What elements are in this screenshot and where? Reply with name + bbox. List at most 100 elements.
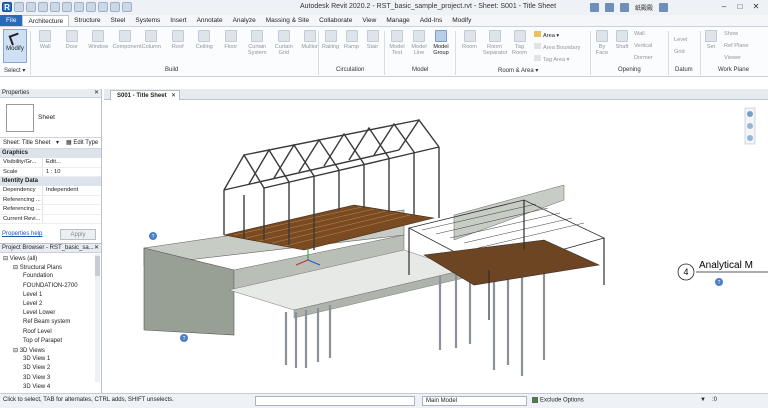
tab-insert[interactable]: Insert: [165, 15, 191, 26]
properties-help-link[interactable]: Properties help: [2, 231, 42, 237]
revit-logo[interactable]: R: [2, 2, 12, 12]
tree-node[interactable]: Level 1: [23, 292, 42, 298]
tab-structure[interactable]: Structure: [69, 15, 105, 26]
open-icon[interactable]: [14, 2, 24, 12]
tree-node[interactable]: Level Lower: [23, 310, 55, 316]
tree-node[interactable]: ⊟ Structural Plans: [13, 264, 62, 271]
user-name[interactable]: 纸殿殿: [635, 3, 653, 12]
minimize-icon[interactable]: –: [718, 2, 730, 12]
build-ceiling-button[interactable]: Ceiling: [192, 30, 217, 50]
maximize-icon[interactable]: □: [734, 2, 746, 12]
opening-shaft-button[interactable]: Shaft: [613, 30, 631, 50]
collapse-icon[interactable]: ⊟: [13, 265, 20, 271]
property-row[interactable]: Visibility/Gr... Edit...: [0, 158, 101, 168]
circulation-stair-button[interactable]: Stair: [363, 30, 382, 50]
tree-node[interactable]: ⊟ 3D Views: [13, 347, 45, 354]
text-icon[interactable]: [98, 2, 108, 12]
tree-node[interactable]: 3D View 4: [23, 384, 50, 390]
user-icon[interactable]: [620, 3, 629, 12]
view-tab[interactable]: S001 - Title Sheet ✕: [110, 90, 180, 100]
property-row[interactable]: Referencing ...: [0, 205, 101, 215]
undo-icon[interactable]: [50, 2, 60, 12]
property-group-header[interactable]: Identity Data: [0, 177, 101, 186]
tab-file[interactable]: File: [0, 15, 23, 26]
area-dropdown[interactable]: Area ▾: [534, 31, 559, 39]
tab-modify[interactable]: Modify: [447, 15, 476, 26]
grid-button[interactable]: Grid: [674, 49, 685, 55]
collapse-icon[interactable]: ⊟: [3, 256, 10, 262]
3d-view-icon[interactable]: [110, 2, 120, 12]
tree-node[interactable]: 3D View 3: [23, 375, 50, 381]
property-value[interactable]: Edit...: [43, 158, 101, 167]
model-model-text-button[interactable]: Model Text: [387, 30, 407, 56]
edit-type-button[interactable]: ▦ Edit Type: [66, 138, 98, 149]
close-icon[interactable]: ✕: [94, 89, 99, 98]
vertical-opening-button[interactable]: Vertical: [634, 43, 652, 49]
model-view[interactable]: 4 Analytical M ? ? ?: [104, 100, 768, 393]
filter-icon[interactable]: ▼: [700, 397, 706, 403]
wall-opening-button[interactable]: Wall: [634, 31, 645, 37]
room-area-room-separator-button[interactable]: Room Separator: [483, 30, 508, 56]
save-icon[interactable]: [26, 2, 36, 12]
level-button[interactable]: Level: [674, 37, 687, 43]
cart-icon[interactable]: [605, 3, 614, 12]
tab-steel[interactable]: Steel: [106, 15, 131, 26]
build-wall-button[interactable]: Wall: [33, 30, 58, 50]
property-value[interactable]: [43, 215, 101, 224]
tree-node[interactable]: ⊟ Views (all): [3, 255, 37, 262]
type-selector[interactable]: Sheet: [0, 98, 101, 138]
build-column-button[interactable]: Column: [139, 30, 164, 50]
tree-node[interactable]: Foundation: [23, 273, 53, 279]
property-value[interactable]: 1 : 10: [43, 168, 101, 177]
tab-systems[interactable]: Systems: [130, 15, 165, 26]
measure-icon[interactable]: [86, 2, 96, 12]
tab-massing-site[interactable]: Massing & Site: [261, 15, 314, 26]
build-door-button[interactable]: Door: [60, 30, 85, 50]
drawing-canvas[interactable]: 4 Analytical M ? ? ?: [104, 100, 768, 393]
tree-node[interactable]: FOUNDATION-2700: [23, 283, 78, 289]
tag-area-dropdown[interactable]: Tag Area ▾: [534, 55, 569, 63]
property-value[interactable]: [43, 205, 101, 214]
build-window-button[interactable]: Window: [86, 30, 111, 50]
build-floor-button[interactable]: Floor: [219, 30, 244, 50]
section-head[interactable]: 4 Analytical M: [677, 260, 768, 281]
search-icon[interactable]: [590, 3, 599, 12]
work-plane-set-button[interactable]: Set: [703, 30, 719, 50]
exclude-options-toggle[interactable]: Exclude Options: [532, 397, 584, 404]
property-value[interactable]: [43, 196, 101, 205]
scrollbar-thumb[interactable]: [95, 256, 100, 276]
close-icon[interactable]: ✕: [750, 2, 762, 12]
collapse-icon[interactable]: ⊟: [13, 348, 20, 354]
tab-analyze[interactable]: Analyze: [228, 15, 261, 26]
workset-field[interactable]: [255, 396, 415, 406]
property-row[interactable]: Current Revi...: [0, 214, 101, 224]
build-curtain-grid-button[interactable]: Curtain Grid: [272, 30, 297, 56]
tree-node[interactable]: Level 2: [23, 301, 42, 307]
sync-icon[interactable]: [38, 2, 48, 12]
instance-filter[interactable]: Sheet: Title Sheet ▾ ▦ Edit Type: [0, 138, 101, 149]
circulation-railing-button[interactable]: Railing: [321, 30, 340, 50]
section-icon[interactable]: [122, 2, 132, 12]
property-group-header[interactable]: Graphics: [0, 149, 101, 158]
room-area-tag-room-button[interactable]: Tag Room: [508, 30, 531, 56]
build-curtain-system-button[interactable]: Curtain System: [245, 30, 270, 56]
ref-plane-button[interactable]: Ref Plane: [724, 43, 749, 49]
tab-annotate[interactable]: Annotate: [192, 15, 228, 26]
close-icon[interactable]: ✕: [94, 244, 99, 253]
design-option-select[interactable]: Main Model: [422, 396, 527, 406]
tree-node[interactable]: Top of Parapet: [23, 338, 62, 344]
redo-icon[interactable]: [62, 2, 72, 12]
room-area-room-button[interactable]: Room: [458, 30, 481, 50]
build-roof-button[interactable]: Roof: [166, 30, 191, 50]
help-icon[interactable]: [659, 3, 669, 12]
opening-by-face-button[interactable]: By Face: [593, 30, 611, 56]
tree-node[interactable]: 3D View 2: [23, 365, 50, 371]
tree-node[interactable]: Roof Level: [23, 329, 52, 335]
area-boundary-button[interactable]: Area Boundary: [534, 43, 580, 51]
select-dropdown[interactable]: Select ▾: [4, 67, 25, 74]
model-model-line-button[interactable]: Model Line: [409, 30, 429, 56]
tree-node[interactable]: 3D View 1: [23, 356, 50, 362]
property-row[interactable]: Dependency Independent: [0, 186, 101, 196]
tab-collaborate[interactable]: Collaborate: [314, 15, 357, 26]
model-model-group-button[interactable]: Model Group: [431, 30, 451, 56]
